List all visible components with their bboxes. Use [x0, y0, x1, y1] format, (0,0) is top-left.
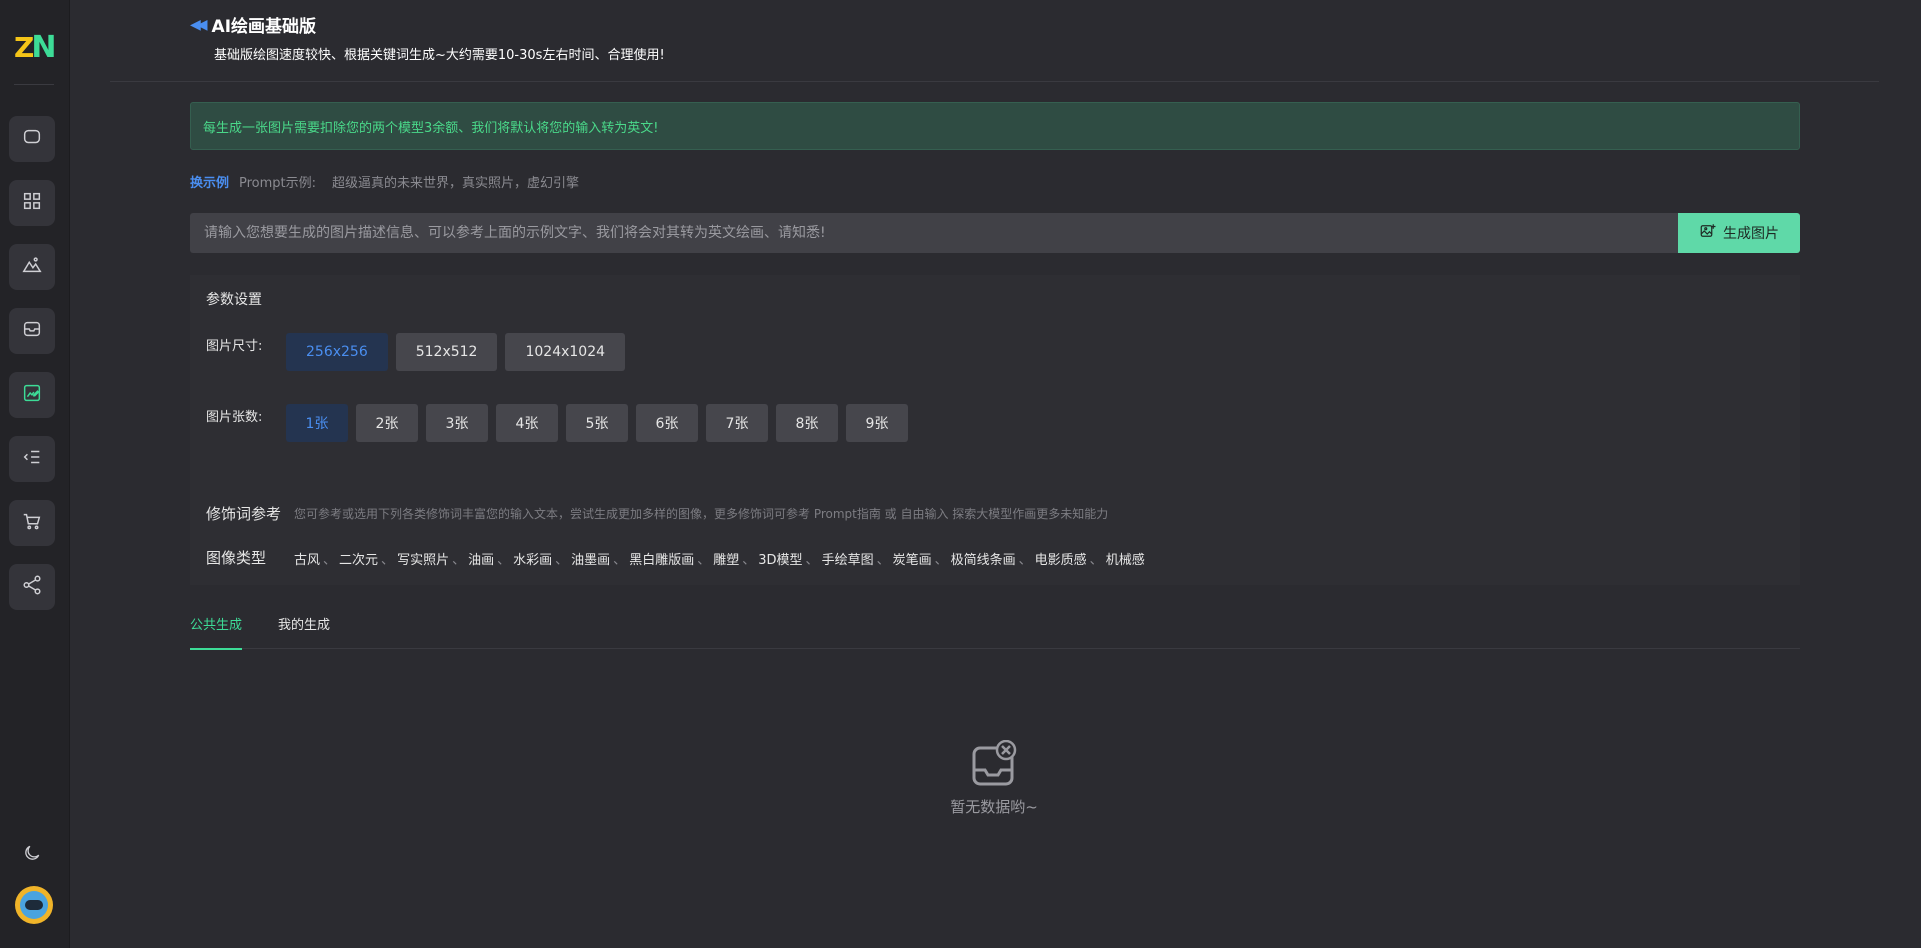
- nav-inbox-button[interactable]: [9, 308, 55, 354]
- generate-image-button[interactable]: 生成图片: [1678, 213, 1800, 253]
- logo-divider: [14, 84, 54, 85]
- type-separator: 、: [934, 553, 948, 568]
- image-type-item[interactable]: 电影质感: [1035, 549, 1087, 568]
- size-option-256[interactable]: 256x256: [286, 333, 388, 371]
- nav-apps-button[interactable]: [9, 180, 55, 226]
- empty-state: 暂无数据哟~: [946, 739, 1042, 817]
- empty-inbox-icon: [970, 739, 1018, 788]
- count-option-9[interactable]: 9张: [846, 404, 908, 442]
- type-separator: 、: [323, 553, 337, 568]
- type-separator: 、: [1018, 553, 1032, 568]
- share-icon: [21, 574, 43, 600]
- swap-example-link[interactable]: 换示例: [190, 172, 229, 191]
- size-option-1024[interactable]: 1024x1024: [505, 333, 626, 371]
- type-separator: 、: [697, 553, 711, 568]
- modifier-description: 您可参考或选用下列各类修饰词丰富您的输入文本，尝试生成更加多样的图像，更多修饰词…: [294, 507, 1109, 521]
- params-panel: 参数设置 图片尺寸: 256x256 512x512 1024x1024 图片张…: [190, 275, 1800, 585]
- type-separator: 、: [613, 553, 627, 568]
- params-title: 参数设置: [206, 292, 262, 308]
- image-type-item[interactable]: 极简线条画: [951, 549, 1016, 568]
- sidebar: ZN: [0, 0, 70, 948]
- size-options: 256x256 512x512 1024x1024: [286, 333, 626, 371]
- page-header: ◀◀ AI绘画基础版: [190, 12, 317, 38]
- page-subtitle: 基础版绘图速度较快、根据关键词生成~大约需要10-30s左右时间、合理使用!: [214, 48, 665, 63]
- image-type-item[interactable]: 3D模型: [758, 549, 802, 568]
- type-separator: 、: [742, 553, 756, 568]
- size-label: 图片尺寸:: [206, 339, 263, 354]
- type-separator: 、: [381, 553, 395, 568]
- app-logo[interactable]: ZN: [14, 28, 56, 68]
- empty-state-text: 暂无数据哟~: [950, 798, 1038, 816]
- notice-text: 每生成一张图片需要扣除您的两个模型3余额、我们将默认将您的输入转为英文!: [203, 120, 659, 136]
- image-icon: [1699, 222, 1717, 244]
- count-option-5[interactable]: 5张: [566, 404, 628, 442]
- list-collapse-icon: [21, 446, 43, 472]
- count-option-4[interactable]: 4张: [496, 404, 558, 442]
- balance-notice: 每生成一张图片需要扣除您的两个模型3余额、我们将默认将您的输入转为英文!: [190, 102, 1800, 150]
- count-option-3[interactable]: 3张: [426, 404, 488, 442]
- nav-edit-image-button[interactable]: [9, 372, 55, 418]
- inbox-icon: [21, 318, 43, 344]
- nav-drawing-button[interactable]: [9, 244, 55, 290]
- robot-avatar-icon: [20, 891, 48, 919]
- image-mountain-icon: [21, 254, 43, 280]
- theme-toggle-button[interactable]: [22, 843, 44, 865]
- image-type-item[interactable]: 水彩画: [513, 549, 552, 568]
- image-type-item[interactable]: 雕塑: [713, 549, 739, 568]
- type-separator: 、: [555, 553, 569, 568]
- image-type-item[interactable]: 古风: [294, 549, 320, 568]
- count-option-6[interactable]: 6张: [636, 404, 698, 442]
- image-type-item[interactable]: 油墨画: [571, 549, 610, 568]
- generate-image-label: 生成图片: [1723, 226, 1779, 242]
- nav-cart-button[interactable]: [9, 500, 55, 546]
- header-divider: [110, 81, 1879, 82]
- image-type-item[interactable]: 二次元: [339, 549, 378, 568]
- chat-icon: [21, 126, 43, 152]
- edit-image-icon: [21, 382, 43, 408]
- page-title: AI绘画基础版: [211, 17, 317, 37]
- type-separator: 、: [497, 553, 511, 568]
- prompt-example-text[interactable]: 超级逼真的未来世界，真实照片，虚幻引擎: [332, 172, 579, 191]
- image-type-item[interactable]: 炭笔画: [893, 549, 932, 568]
- type-separator: 、: [452, 553, 466, 568]
- count-option-2[interactable]: 2张: [356, 404, 418, 442]
- nav-chat-button[interactable]: [9, 116, 55, 162]
- prompt-example-label: Prompt示例:: [239, 176, 317, 191]
- type-separator: 、: [1089, 553, 1103, 568]
- count-label: 图片张数:: [206, 410, 263, 425]
- nav-list-button[interactable]: [9, 436, 55, 482]
- count-option-7[interactable]: 7张: [706, 404, 768, 442]
- type-separator: 、: [876, 553, 890, 568]
- image-type-item[interactable]: 机械感: [1106, 549, 1145, 568]
- back-arrow-icon[interactable]: ◀◀: [190, 17, 207, 33]
- gallery-tabs: 公共生成 我的生成: [190, 616, 1800, 650]
- image-type-item[interactable]: 黑白雕版画: [629, 549, 694, 568]
- tab-public-generation[interactable]: 公共生成: [190, 616, 243, 650]
- prompt-input[interactable]: [190, 213, 1678, 253]
- nav-share-button[interactable]: [9, 564, 55, 610]
- moon-icon: [22, 845, 42, 867]
- image-type-item[interactable]: 油画: [468, 549, 494, 568]
- prompt-bar: 生成图片: [190, 213, 1800, 253]
- type-separator: 、: [805, 553, 819, 568]
- image-type-item[interactable]: 手绘草图: [822, 549, 874, 568]
- image-type-list: 古风、二次元、写实照片、油画、水彩画、油墨画、黑白雕版画、雕塑、 3D模型、手绘草…: [294, 549, 1145, 568]
- size-option-512[interactable]: 512x512: [395, 333, 498, 371]
- apps-grid-icon: [21, 190, 43, 216]
- count-option-1[interactable]: 1张: [286, 404, 348, 442]
- image-type-title: 图像类型: [206, 549, 267, 567]
- prompt-example-row: 换示例 Prompt示例: 超级逼真的未来世界，真实照片，虚幻引擎: [190, 172, 579, 191]
- count-options: 1张 2张 3张 4张 5张 6张 7张 8张 9张: [286, 404, 908, 442]
- modifier-title: 修饰词参考: [206, 505, 282, 523]
- count-option-8[interactable]: 8张: [776, 404, 838, 442]
- cart-icon: [21, 510, 43, 536]
- user-avatar[interactable]: [15, 886, 53, 924]
- tab-my-generation[interactable]: 我的生成: [278, 616, 330, 649]
- image-type-item[interactable]: 写实照片: [397, 549, 449, 568]
